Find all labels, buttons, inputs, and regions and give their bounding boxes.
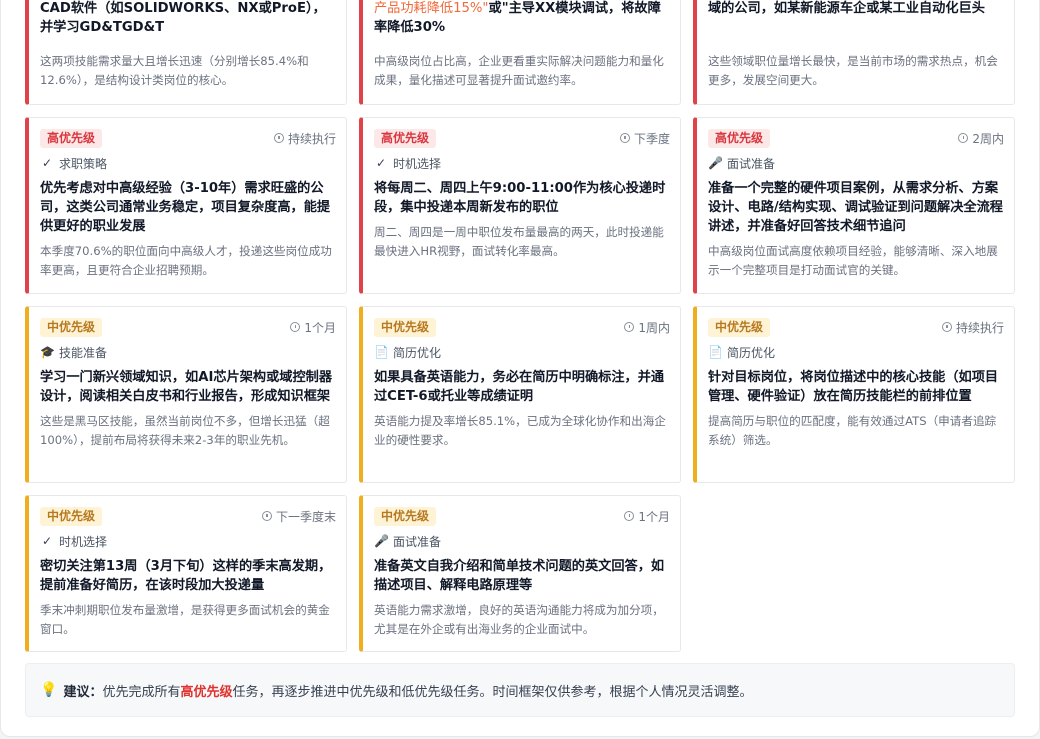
task-card: 高优先级 下季度 ✓ 时机选择 将每周二、周四上午9:00-11:00作为核心投递… [359, 117, 681, 294]
lightbulb-icon: 💡 [40, 682, 58, 698]
task-category: ✓ 求职策略 [41, 156, 108, 171]
priority-badge: 中优先级 [374, 317, 437, 337]
task-category: 📄 简历优化 [708, 345, 776, 360]
task-card: 中优先级 1个月 🎤 面试准备 准备英文自我介绍和简单技术问题的英文回答，如描述项… [359, 495, 681, 652]
microphone-icon: 🎤 [708, 156, 723, 170]
timeframe: 2周内 [958, 130, 1004, 147]
priority-badge: 中优先级 [374, 506, 437, 526]
task-category: 🎤 面试准备 [708, 156, 776, 171]
check-icon: ✓ [41, 156, 53, 170]
task-title: 准备英文自我介绍和简单技术问题的英文回答，如描述项目、解释电路原理等 [374, 559, 665, 593]
graduation-cap-icon: 🎓 [40, 345, 55, 359]
task-description: 中高级岗位面试高度依赖项目经验，能够清晰、深入地展示一个完整项目是打动面试官的关… [708, 244, 998, 277]
priority-badge: 中优先级 [708, 317, 771, 337]
task-title: 产品功耗降低15%"或"主导XX模块调试，将故障率降低30% [374, 1, 661, 35]
task-category: ✓ 时机选择 [375, 156, 442, 171]
task-card: 中优先级 持续执行 📄 简历优化 针对目标岗位，将岗位描述中的核心技能（如项目管理… [693, 306, 1015, 483]
task-title-highlight: 产品功耗降低15%" [374, 1, 489, 16]
check-icon: ✓ [375, 156, 387, 170]
document-icon: 📄 [708, 345, 723, 359]
priority-badge: 高优先级 [374, 128, 437, 148]
suggestion-tip: 💡 建议： 优先完成所有 高优先级 任务，再逐步推进中优先级和低优先级任务。时间… [25, 663, 1015, 717]
task-description: 这些领域职位量增长最快，是当前市场的需求热点，机会更多，发展空间更大。 [708, 54, 998, 87]
task-category: ✓ 时机选择 [41, 534, 108, 549]
task-title: CAD软件（如SOLIDWORKS、NX或ProE），并学习GD&TGD&T [40, 1, 326, 35]
task-card: 产品功耗降低15%"或"主导XX模块调试，将故障率降低30% 中高级岗位占比高，… [359, 0, 681, 105]
task-title: 针对目标岗位，将岗位描述中的核心技能（如项目管理、硬件验证）放在简历技能栏的前排… [708, 370, 999, 404]
task-title: 将每周二、周四上午9:00-11:00作为核心投递时段，集中投递本周新发布的职位 [374, 181, 666, 215]
task-title: 优先考虑对中高级经验（3-10年）需求旺盛的公司，这类公司通常业务稳定，项目复杂… [40, 181, 331, 234]
timeframe: 1个月 [624, 508, 670, 525]
microphone-icon: 🎤 [374, 534, 389, 548]
task-card: 高优先级 持续执行 ✓ 求职策略 优先考虑对中高级经验（3-10年）需求旺盛的公司… [25, 117, 347, 294]
priority-badge: 高优先级 [40, 128, 103, 148]
task-category: 📄 简历优化 [374, 345, 442, 360]
clock-icon [261, 511, 272, 521]
clock-icon [624, 322, 635, 332]
task-title: 学习一门新兴领域知识，如AI芯片架构或域控制器设计，阅读相关白皮书和行业报告，形… [40, 370, 333, 404]
task-title: 密切关注第13周（3月下旬）这样的季末高发期，提前准备好简历，在该时段加大投递量 [40, 559, 332, 593]
clock-icon [273, 133, 284, 143]
tip-lead: 建议： [63, 684, 103, 700]
clock-icon [958, 133, 969, 143]
timeframe: 持续执行 [941, 319, 1004, 336]
task-description: 季末冲刺期职位发布量激增，是获得更多面试机会的黄金窗口。 [40, 603, 330, 636]
task-category: 🎓 技能准备 [40, 345, 108, 360]
tip-text-part1: 优先完成所有 [102, 684, 181, 700]
task-description: 英语能力提及率增长85.1%，已成为全球化协作和出海企业的硬性要求。 [374, 414, 666, 447]
timeframe: 下一季度末 [261, 508, 336, 525]
task-card: 域的公司，如某新能源车企或某工业自动化巨头 这些领域职位量增长最快，是当前市场的… [693, 0, 1015, 105]
task-title: 域的公司，如某新能源车企或某工业自动化巨头 [708, 1, 985, 16]
document-icon: 📄 [374, 345, 389, 359]
task-title: 准备一个完整的硬件项目案例，从需求分析、方案设计、电路/结构实现、调试验证到问题… [708, 181, 1003, 234]
task-description: 本季度70.6%的职位面向中高级人才，投递这些岗位成功率更高，且更符合企业招聘预… [40, 244, 332, 277]
timeframe: 持续执行 [273, 130, 336, 147]
task-description: 这两项技能需求量大且增长迅速（分别增长85.4%和12.6%），是结构设计类岗位… [40, 54, 309, 87]
task-card: 高优先级 2周内 🎤 面试准备 准备一个完整的硬件项目案例，从需求分析、方案设计、… [693, 117, 1015, 294]
task-description: 中高级岗位占比高，企业更看重实际解决问题能力和量化成果，量化描述可显著提升面试邀… [374, 54, 664, 87]
check-icon: ✓ [41, 534, 53, 548]
task-title: 如果具备英语能力，务必在简历中明确标注，并通过CET-6或托业等成绩证明 [374, 370, 665, 404]
tip-highlight: 高优先级 [180, 684, 233, 700]
task-card: CAD软件（如SOLIDWORKS、NX或ProE），并学习GD&TGD&T 这… [25, 0, 347, 105]
task-card: 中优先级 下一季度末 ✓ 时机选择 密切关注第13周（3月下旬）这样的季末高发期，… [25, 495, 347, 652]
task-card: 中优先级 1周内 📄 简历优化 如果具备英语能力，务必在简历中明确标注，并通过CE… [359, 306, 681, 483]
timeframe: 下季度 [619, 130, 670, 147]
task-description: 提高简历与职位的匹配度，能有效通过ATS（申请者追踪系统）筛选。 [708, 414, 997, 447]
task-description: 英语能力需求激增，良好的英语沟通能力将成为加分项，尤其是在外企或有出海业务的企业… [374, 603, 664, 636]
timeframe: 1个月 [290, 319, 336, 336]
task-card-grid: CAD软件（如SOLIDWORKS、NX或ProE），并学习GD&TGD&T 这… [25, 0, 1015, 652]
timeframe: 1周内 [624, 319, 670, 336]
clock-icon [624, 511, 635, 521]
clock-icon [290, 322, 301, 332]
priority-badge: 高优先级 [708, 128, 771, 148]
task-description: 周二、周四是一周中职位发布量最高的两天，此时投递能最快进入HR视野，面试转化率最… [374, 225, 664, 258]
clock-icon [941, 322, 952, 332]
tip-text-part2: 任务，再逐步推进中优先级和低优先级任务。时间框架仅供参考，根据个人情况灵活调整。 [232, 684, 753, 700]
task-card: 中优先级 1个月 🎓 技能准备 学习一门新兴领域知识，如AI芯片架构或域控制器设计… [25, 306, 347, 483]
priority-badge: 中优先级 [40, 317, 103, 337]
task-description: 这些是黑马区技能，虽然当前岗位不多，但增长迅猛（超100%），提前布局将获得未来… [40, 414, 330, 447]
clock-icon [619, 133, 630, 143]
task-category: 🎤 面试准备 [374, 534, 442, 549]
priority-badge: 中优先级 [40, 506, 103, 526]
